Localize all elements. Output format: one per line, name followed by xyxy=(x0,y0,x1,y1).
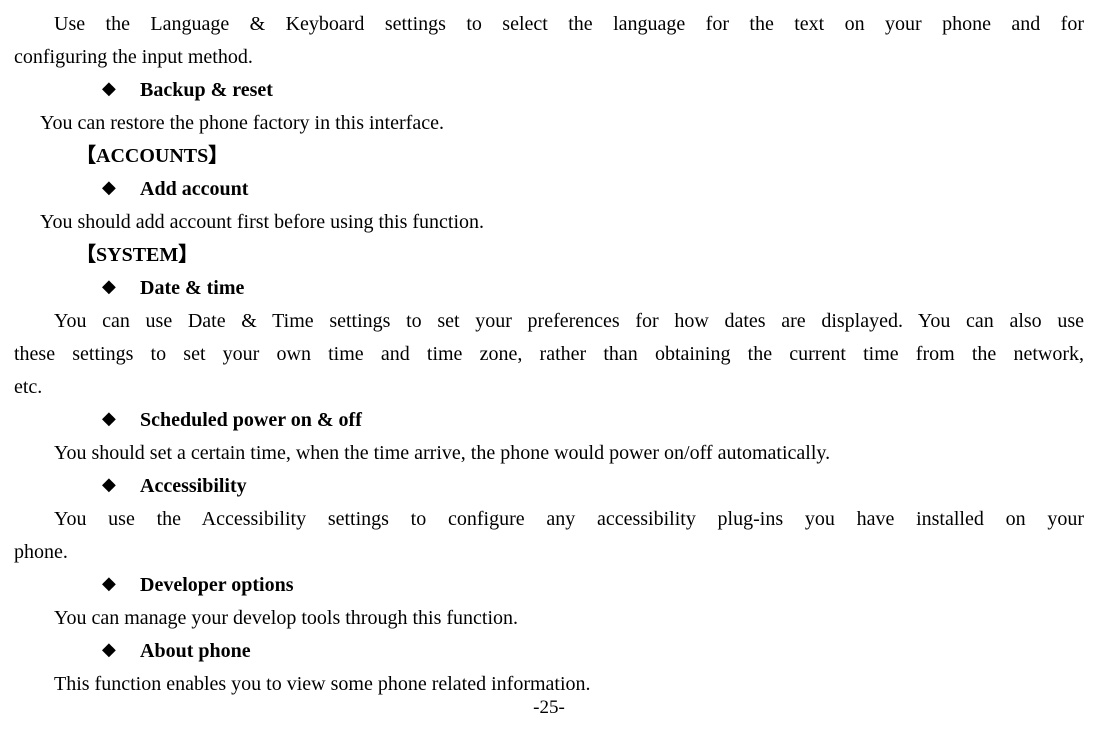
intro-line2: configuring the input method. xyxy=(14,41,1084,74)
system-section-header: 【SYSTEM】 xyxy=(14,239,1084,272)
accessibility-line2: phone. xyxy=(14,536,1084,569)
add-account-title: Add account xyxy=(140,173,248,206)
scheduled-power-title: Scheduled power on & off xyxy=(140,404,362,437)
backup-reset-desc: You can restore the phone factory in thi… xyxy=(14,107,1084,140)
datetime-line2: these settings to set your own time and … xyxy=(14,338,1084,371)
diamond-bullet-icon: ◆ xyxy=(14,272,140,305)
add-account-desc: You should add account first before usin… xyxy=(14,206,1084,239)
date-time-title: Date & time xyxy=(140,272,244,305)
diamond-bullet-icon: ◆ xyxy=(14,74,140,107)
accessibility-title: Accessibility xyxy=(140,470,247,503)
diamond-bullet-icon: ◆ xyxy=(14,404,140,437)
developer-options-title: Developer options xyxy=(140,569,294,602)
backup-reset-bullet: ◆ Backup & reset xyxy=(14,74,1084,107)
accounts-section-header: 【ACCOUNTS】 xyxy=(14,140,1084,173)
diamond-bullet-icon: ◆ xyxy=(14,569,140,602)
diamond-bullet-icon: ◆ xyxy=(14,635,140,668)
backup-reset-title: Backup & reset xyxy=(140,74,273,107)
document-content: Use the Language & Keyboard settings to … xyxy=(14,8,1084,701)
date-time-paragraph: You can use Date & Time settings to set … xyxy=(14,305,1084,404)
accessibility-line1: You use the Accessibility settings to co… xyxy=(14,503,1084,536)
date-time-bullet: ◆ Date & time xyxy=(14,272,1084,305)
datetime-line1: You can use Date & Time settings to set … xyxy=(14,305,1084,338)
about-phone-title: About phone xyxy=(140,635,251,668)
scheduled-power-desc: You should set a certain time, when the … xyxy=(14,437,1084,470)
accessibility-paragraph: You use the Accessibility settings to co… xyxy=(14,503,1084,569)
page-number: -25- xyxy=(533,692,565,723)
datetime-line3: etc. xyxy=(14,371,1084,404)
intro-line1: Use the Language & Keyboard settings to … xyxy=(14,8,1084,41)
developer-options-bullet: ◆ Developer options xyxy=(14,569,1084,602)
accessibility-bullet: ◆ Accessibility xyxy=(14,470,1084,503)
diamond-bullet-icon: ◆ xyxy=(14,173,140,206)
intro-paragraph: Use the Language & Keyboard settings to … xyxy=(14,8,1084,74)
scheduled-power-bullet: ◆ Scheduled power on & off xyxy=(14,404,1084,437)
developer-options-desc: You can manage your develop tools throug… xyxy=(14,602,1084,635)
add-account-bullet: ◆ Add account xyxy=(14,173,1084,206)
about-phone-bullet: ◆ About phone xyxy=(14,635,1084,668)
diamond-bullet-icon: ◆ xyxy=(14,470,140,503)
